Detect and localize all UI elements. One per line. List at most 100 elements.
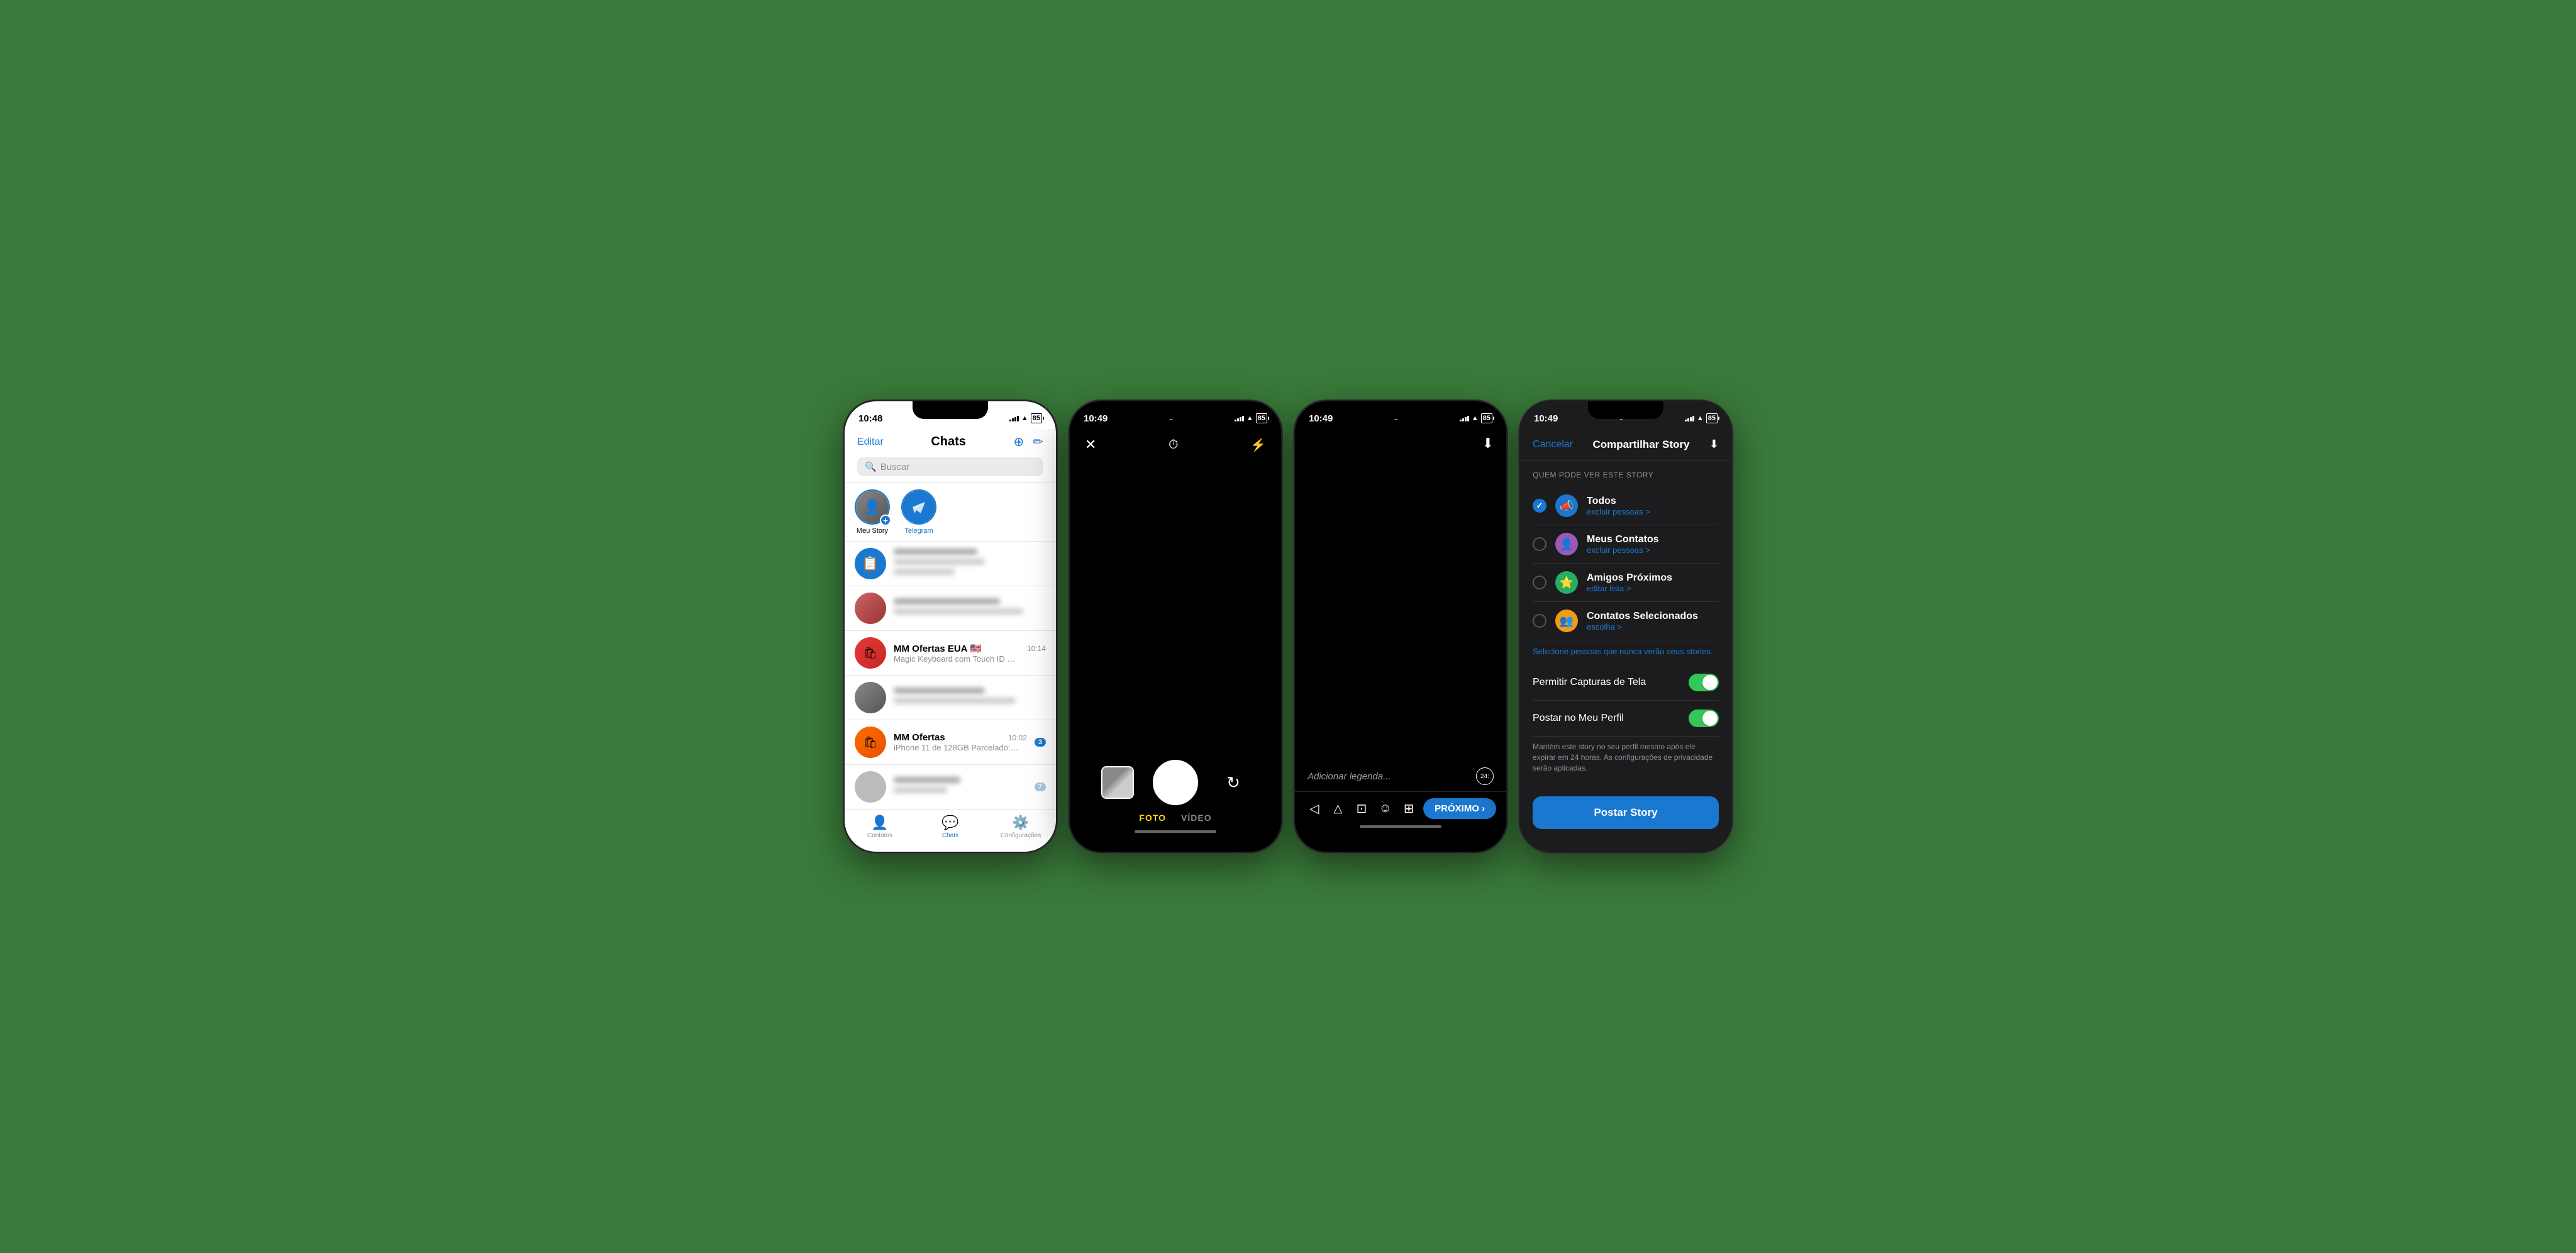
telegram-logo [902,491,935,523]
story-avatar-wrap-tg [901,489,936,525]
close-camera-button[interactable]: ✕ [1085,437,1096,453]
battery-1: 85 [1031,413,1042,423]
radio-selecionados[interactable] [1533,614,1546,628]
contatos-text: Meus Contatos excluir pessoas > [1587,534,1719,555]
list-item[interactable]: 🛍 MM Ofertas EUA 🇺🇸 10:14 Magic Keyboard… [845,631,1056,676]
flip-camera-button[interactable]: ↻ [1217,766,1250,799]
status-icons-3: ▲ 85 [1460,413,1492,423]
nav-settings[interactable]: ⚙️ Configurações [985,815,1056,839]
sticker-tool-button[interactable]: ☺ [1376,799,1395,819]
draw-tool-button[interactable]: △ [1329,799,1348,819]
blurred-preview [894,608,1023,615]
phone-4-screen: 10:49 ▲ 85 [1520,401,1731,852]
amigos-sub[interactable]: editar lista > [1587,584,1719,593]
radio-amigos[interactable] [1533,576,1546,589]
phone-2-screen: 10:49 ▲ 85 [1070,401,1281,852]
back-tool-button[interactable]: ◁ [1305,799,1324,819]
chat-avatar-mm: 🛍 [855,727,886,758]
chat-preview: Magic Keyboard com Touch ID e teclado nu… [894,654,1019,664]
chat-content-mm-eua: MM Ofertas EUA 🇺🇸 10:14 Magic Keyboard c… [894,643,1046,664]
cancel-button[interactable]: Cancelar [1533,439,1573,450]
chat-header-row: MM Ofertas 10:02 [894,732,1027,743]
caption-input[interactable]: Adicionar legenda... [1307,771,1470,782]
radio-todos[interactable] [1533,499,1546,513]
download-button[interactable]: ⬇ [1482,435,1494,452]
radio-contatos[interactable] [1533,537,1546,551]
camera-mode-row: FOTO VÍDEO [1139,813,1211,823]
list-item[interactable]: 🛍 MM Ofertas 10:02 iPhone 11 de 128GB Pa… [845,720,1056,765]
chats-title: Chats [884,435,1014,449]
add-icon[interactable]: ⊕ [1013,434,1024,450]
post-story-button[interactable]: Postar Story [1533,796,1719,829]
list-item[interactable]: 📋 [845,542,1056,586]
nav-chats[interactable]: 💬 Chats [915,815,985,839]
wifi-icon-1: ▲ [1021,415,1028,422]
chats-icon: 💬 [941,815,958,831]
battery-4: 85 [1706,413,1718,423]
selecionados-sub[interactable]: escolha > [1587,622,1719,632]
list-item[interactable] [845,676,1056,720]
text-tool-button[interactable]: ⊡ [1352,799,1371,819]
nav-chats-label: Chats [942,832,958,839]
share-download-icon[interactable]: ⬇ [1709,438,1719,451]
share-option-contatos[interactable]: 👤 Meus Contatos excluir pessoas > [1533,525,1719,564]
chat-badge: 3 [1035,738,1046,747]
story-add-btn[interactable]: + [880,515,891,526]
bottom-nav: 👤 Contatos 💬 Chats ⚙️ Configurações [845,809,1056,852]
chats-header: Editar Chats ⊕ ✏ 🔍 Buscar [845,429,1056,483]
chat-time: 10:02 [1008,733,1027,742]
editor-tools: ◁ △ ⊡ ☺ ⊞ PRÓXIMO › [1295,791,1506,825]
gallery-thumbnail[interactable] [1101,766,1134,799]
blur-content-2 [894,598,1046,618]
share-note: Mantém este story no seu perfil mesmo ap… [1533,742,1719,773]
adjust-tool-button[interactable]: ⊞ [1400,799,1419,819]
todos-name: Todos [1587,496,1719,507]
blurred-preview [894,698,1016,704]
list-item[interactable] [845,586,1056,631]
video-mode[interactable]: VÍDEO [1181,813,1212,823]
compose-icon[interactable]: ✏ [1033,434,1043,450]
shutter-button[interactable] [1153,760,1198,805]
toggle-profile-switch[interactable] [1689,710,1719,727]
status-time-3: 10:49 [1309,413,1333,424]
camera-viewfinder [1070,460,1281,775]
toggle-screenshots-switch[interactable] [1689,674,1719,691]
section-label: QUEM PODE VER ESTE STORY [1533,471,1719,479]
share-option-todos[interactable]: 📣 Todos excluir pessoas > [1533,487,1719,525]
blurred-preview [894,559,985,565]
share-header: Cancelar Compartilhar Story ⬇ [1520,429,1731,460]
status-time-4: 10:49 [1534,413,1558,424]
share-option-amigos[interactable]: ⭐ Amigos Próximos editar lista > [1533,564,1719,602]
story-item-telegram[interactable]: Telegram [900,489,938,535]
download-icon: ⬇ [1482,435,1494,451]
header-row: Editar Chats ⊕ ✏ [857,434,1043,450]
search-icon: 🔍 [865,461,877,472]
home-indicator-2 [1135,830,1216,833]
contatos-name: Meus Contatos [1587,534,1719,545]
caption-timer-badge: 24: [1476,767,1494,785]
nav-contacts[interactable]: 👤 Contatos [845,815,915,839]
share-story-screen: 10:49 ▲ 85 [1520,401,1731,852]
phones-container: 10:48 ▲ 85 Editar [831,387,1745,866]
next-chevron-icon: › [1482,803,1485,814]
contatos-sub[interactable]: excluir pessoas > [1587,545,1719,555]
list-item[interactable]: 7 [845,765,1056,810]
share-option-selecionados[interactable]: 👥 Contatos Selecionados escolha > [1533,602,1719,640]
timer-icon[interactable]: ⏱ [1169,438,1179,452]
selecionados-name: Contatos Selecionados [1587,611,1719,622]
photo-mode[interactable]: FOTO [1139,813,1166,823]
story-avatar-wrap-meu: 👤 + [855,489,890,525]
edit-button[interactable]: Editar [857,437,884,448]
selecionados-icon: 👥 [1555,610,1578,632]
phone-3-screen: 10:49 ▲ 85 [1295,401,1506,852]
next-button[interactable]: PRÓXIMO › [1423,798,1496,819]
flash-icon[interactable]: ⚡ [1250,437,1266,453]
blur-content-1 [894,549,1046,579]
story-item-meu[interactable]: 👤 + Meu Story [853,489,891,535]
signal-bars-2 [1235,415,1244,421]
phone-1-screen: 10:48 ▲ 85 Editar [845,401,1056,852]
search-bar[interactable]: 🔍 Buscar [857,457,1043,476]
todos-sub[interactable]: excluir pessoas > [1587,507,1719,516]
story-avatar-tg [901,489,936,525]
share-body: QUEM PODE VER ESTE STORY 📣 Todos excluir… [1520,460,1731,783]
